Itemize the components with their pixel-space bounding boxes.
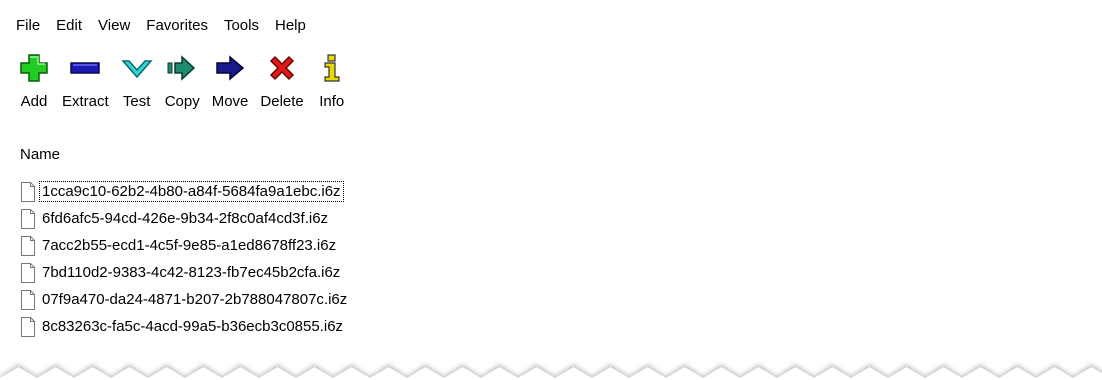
check-chevron-icon <box>121 52 153 84</box>
file-name: 1cca9c10-62b2-4b80-a84f-5684fa9a1ebc.i6z <box>39 181 344 202</box>
file-icon <box>20 235 36 256</box>
move-label: Move <box>211 93 249 110</box>
x-icon <box>266 52 298 84</box>
list-item[interactable]: 7acc2b55-ecd1-4c5f-9e85-a1ed8678ff23.i6z <box>20 232 720 259</box>
menu-tools[interactable]: Tools <box>216 15 267 36</box>
list-item[interactable]: 07f9a470-da24-4871-b207-2b788047807c.i6z <box>20 286 720 313</box>
list-item[interactable]: 8c83263c-fa5c-4acd-99a5-b36ecb3c0855.i6z <box>20 313 720 340</box>
add-button[interactable]: Add <box>12 52 56 126</box>
list-item[interactable]: 7bd110d2-9383-4c42-8123-fb7ec45b2cfa.i6z <box>20 259 720 286</box>
file-name: 07f9a470-da24-4871-b207-2b788047807c.i6z <box>42 291 348 308</box>
file-name: 7bd110d2-9383-4c42-8123-fb7ec45b2cfa.i6z <box>42 264 341 281</box>
double-arrow-right-icon <box>166 52 198 84</box>
menu-edit[interactable]: Edit <box>48 15 90 36</box>
app-window: File Edit View Favorites Tools Help Add <box>0 0 1102 380</box>
plus-icon <box>18 52 50 84</box>
menu-view[interactable]: View <box>90 15 138 36</box>
info-label: Info <box>319 93 345 110</box>
file-icon <box>20 316 36 337</box>
test-label: Test <box>122 93 151 110</box>
copy-label: Copy <box>164 93 200 110</box>
add-label: Add <box>20 93 48 110</box>
arrow-right-icon <box>214 52 246 84</box>
delete-button[interactable]: Delete <box>254 52 309 126</box>
extract-button[interactable]: Extract <box>56 52 115 126</box>
toolbar: Add Extract Test Copy Move Delete Info <box>12 52 354 126</box>
file-icon <box>20 289 36 310</box>
copy-button[interactable]: Copy <box>159 52 206 126</box>
test-button[interactable]: Test <box>115 52 159 126</box>
move-button[interactable]: Move <box>206 52 255 126</box>
minus-icon <box>69 52 101 84</box>
list-item[interactable]: 1cca9c10-62b2-4b80-a84f-5684fa9a1ebc.i6z <box>20 178 720 205</box>
file-icon <box>20 262 36 283</box>
name-column-header[interactable]: Name <box>20 146 60 163</box>
extract-label: Extract <box>62 93 109 110</box>
file-list: 1cca9c10-62b2-4b80-a84f-5684fa9a1ebc.i6z… <box>20 178 720 340</box>
menu-help[interactable]: Help <box>267 15 314 36</box>
info-icon <box>316 52 348 84</box>
list-item[interactable]: 6fd6afc5-94cd-426e-9b34-2f8c0af4cd3f.i6z <box>20 205 720 232</box>
delete-label: Delete <box>260 93 304 110</box>
menu-favorites[interactable]: Favorites <box>138 15 216 36</box>
torn-edge-decoration <box>0 364 1102 380</box>
menu-bar: File Edit View Favorites Tools Help <box>8 12 314 38</box>
file-name: 7acc2b55-ecd1-4c5f-9e85-a1ed8678ff23.i6z <box>42 237 337 254</box>
menu-file[interactable]: File <box>8 15 48 36</box>
file-name: 8c83263c-fa5c-4acd-99a5-b36ecb3c0855.i6z <box>42 318 344 335</box>
file-icon <box>20 208 36 229</box>
file-icon <box>20 181 36 202</box>
file-name: 6fd6afc5-94cd-426e-9b34-2f8c0af4cd3f.i6z <box>42 210 329 227</box>
info-button[interactable]: Info <box>310 52 354 126</box>
